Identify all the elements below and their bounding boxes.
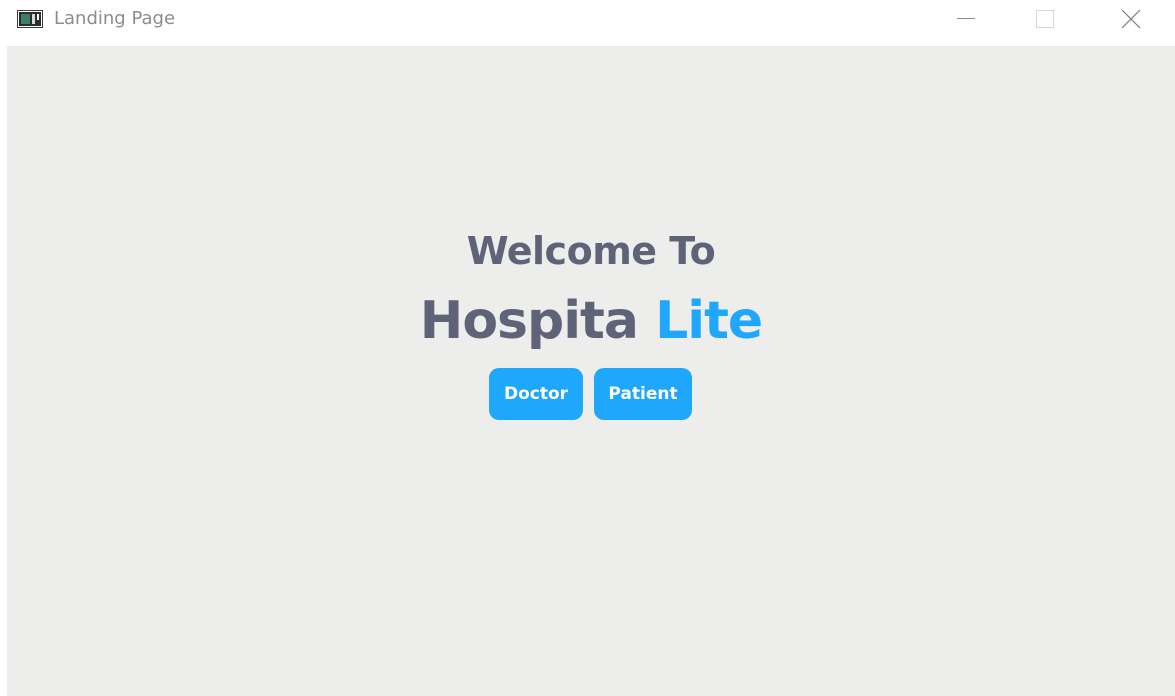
app-icon <box>17 10 43 28</box>
app-window: Landing Page Welcome To Hospita Lite Doc… <box>0 0 1175 696</box>
role-button-group: Doctor Patient <box>7 368 1175 420</box>
window-title: Landing Page <box>54 8 176 29</box>
close-icon <box>1121 9 1141 29</box>
minimize-button[interactable] <box>943 0 989 38</box>
close-button[interactable] <box>1108 0 1154 38</box>
brand-title: Hospita Lite <box>7 288 1175 354</box>
title-bar[interactable]: Landing Page <box>0 0 1175 46</box>
minimize-icon <box>957 18 975 20</box>
maximize-button[interactable] <box>1022 0 1068 38</box>
brand-name: Hospita <box>419 291 639 351</box>
landing-content: Welcome To Hospita Lite Doctor Patient <box>7 46 1175 696</box>
brand-accent: Lite <box>655 291 763 351</box>
doctor-button[interactable]: Doctor <box>489 368 583 420</box>
welcome-heading: Welcome To <box>466 229 716 273</box>
patient-button[interactable]: Patient <box>594 368 692 420</box>
maximize-icon <box>1036 10 1054 28</box>
